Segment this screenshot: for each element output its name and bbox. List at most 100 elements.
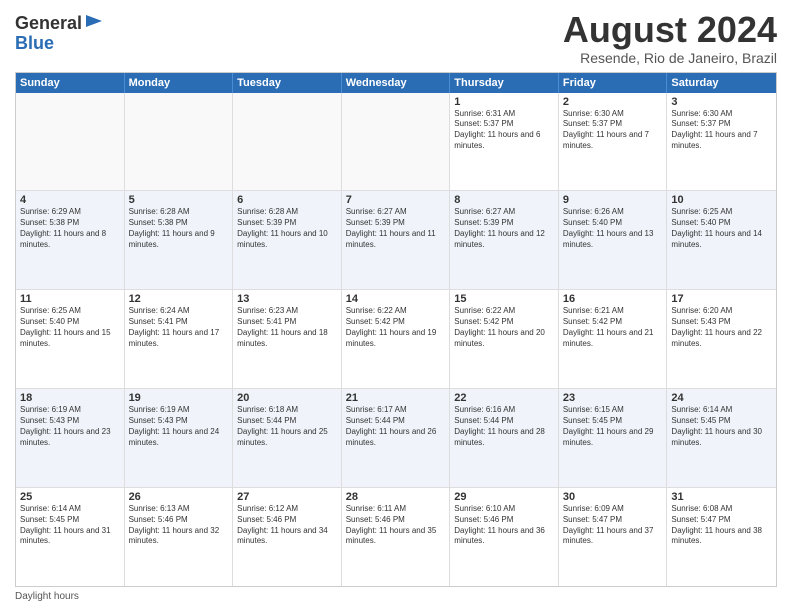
calendar-cell: 5Sunrise: 6:28 AM Sunset: 5:38 PM Daylig… xyxy=(125,191,234,289)
calendar-cell: 31Sunrise: 6:08 AM Sunset: 5:47 PM Dayli… xyxy=(667,488,776,586)
day-info: Sunrise: 6:28 AM Sunset: 5:39 PM Dayligh… xyxy=(237,207,337,250)
day-number: 16 xyxy=(563,293,663,305)
calendar-week-3: 18Sunrise: 6:19 AM Sunset: 5:43 PM Dayli… xyxy=(16,389,776,488)
calendar-week-0: 1Sunrise: 6:31 AM Sunset: 5:37 PM Daylig… xyxy=(16,93,776,192)
header-cell-monday: Monday xyxy=(125,73,234,93)
day-number: 8 xyxy=(454,194,554,206)
day-info: Sunrise: 6:19 AM Sunset: 5:43 PM Dayligh… xyxy=(20,405,120,448)
day-info: Sunrise: 6:15 AM Sunset: 5:45 PM Dayligh… xyxy=(563,405,663,448)
day-number: 6 xyxy=(237,194,337,206)
day-number: 2 xyxy=(563,96,663,108)
calendar-cell: 25Sunrise: 6:14 AM Sunset: 5:45 PM Dayli… xyxy=(16,488,125,586)
day-number: 25 xyxy=(20,491,120,503)
day-info: Sunrise: 6:26 AM Sunset: 5:40 PM Dayligh… xyxy=(563,207,663,250)
day-info: Sunrise: 6:20 AM Sunset: 5:43 PM Dayligh… xyxy=(671,306,772,349)
day-number: 7 xyxy=(346,194,446,206)
day-number: 11 xyxy=(20,293,120,305)
day-number: 15 xyxy=(454,293,554,305)
day-info: Sunrise: 6:25 AM Sunset: 5:40 PM Dayligh… xyxy=(20,306,120,349)
calendar-cell: 13Sunrise: 6:23 AM Sunset: 5:41 PM Dayli… xyxy=(233,290,342,388)
day-info: Sunrise: 6:22 AM Sunset: 5:42 PM Dayligh… xyxy=(454,306,554,349)
footer-note: Daylight hours xyxy=(15,591,777,602)
calendar-cell: 29Sunrise: 6:10 AM Sunset: 5:46 PM Dayli… xyxy=(450,488,559,586)
day-number: 22 xyxy=(454,392,554,404)
day-info: Sunrise: 6:25 AM Sunset: 5:40 PM Dayligh… xyxy=(671,207,772,250)
calendar-cell: 6Sunrise: 6:28 AM Sunset: 5:39 PM Daylig… xyxy=(233,191,342,289)
day-number: 1 xyxy=(454,96,554,108)
calendar-cell: 15Sunrise: 6:22 AM Sunset: 5:42 PM Dayli… xyxy=(450,290,559,388)
day-info: Sunrise: 6:18 AM Sunset: 5:44 PM Dayligh… xyxy=(237,405,337,448)
calendar-week-4: 25Sunrise: 6:14 AM Sunset: 5:45 PM Dayli… xyxy=(16,488,776,586)
calendar-cell: 14Sunrise: 6:22 AM Sunset: 5:42 PM Dayli… xyxy=(342,290,451,388)
day-number: 23 xyxy=(563,392,663,404)
day-number: 14 xyxy=(346,293,446,305)
day-number: 10 xyxy=(671,194,772,206)
logo-general-text: General xyxy=(15,14,82,34)
logo: General Blue xyxy=(15,14,104,54)
calendar-cell: 17Sunrise: 6:20 AM Sunset: 5:43 PM Dayli… xyxy=(667,290,776,388)
header-cell-thursday: Thursday xyxy=(450,73,559,93)
day-number: 13 xyxy=(237,293,337,305)
day-info: Sunrise: 6:11 AM Sunset: 5:46 PM Dayligh… xyxy=(346,504,446,547)
day-info: Sunrise: 6:08 AM Sunset: 5:47 PM Dayligh… xyxy=(671,504,772,547)
day-number: 4 xyxy=(20,194,120,206)
calendar-cell: 2Sunrise: 6:30 AM Sunset: 5:37 PM Daylig… xyxy=(559,93,668,191)
calendar-cell: 18Sunrise: 6:19 AM Sunset: 5:43 PM Dayli… xyxy=(16,389,125,487)
day-info: Sunrise: 6:19 AM Sunset: 5:43 PM Dayligh… xyxy=(129,405,229,448)
calendar-cell: 21Sunrise: 6:17 AM Sunset: 5:44 PM Dayli… xyxy=(342,389,451,487)
day-number: 31 xyxy=(671,491,772,503)
calendar-cell: 9Sunrise: 6:26 AM Sunset: 5:40 PM Daylig… xyxy=(559,191,668,289)
calendar-cell xyxy=(16,93,125,191)
day-info: Sunrise: 6:21 AM Sunset: 5:42 PM Dayligh… xyxy=(563,306,663,349)
calendar-cell: 20Sunrise: 6:18 AM Sunset: 5:44 PM Dayli… xyxy=(233,389,342,487)
day-info: Sunrise: 6:09 AM Sunset: 5:47 PM Dayligh… xyxy=(563,504,663,547)
calendar-header-row: SundayMondayTuesdayWednesdayThursdayFrid… xyxy=(16,73,776,93)
day-number: 17 xyxy=(671,293,772,305)
day-info: Sunrise: 6:31 AM Sunset: 5:37 PM Dayligh… xyxy=(454,109,554,152)
day-info: Sunrise: 6:27 AM Sunset: 5:39 PM Dayligh… xyxy=(454,207,554,250)
calendar-cell: 22Sunrise: 6:16 AM Sunset: 5:44 PM Dayli… xyxy=(450,389,559,487)
day-info: Sunrise: 6:10 AM Sunset: 5:46 PM Dayligh… xyxy=(454,504,554,547)
calendar-cell: 23Sunrise: 6:15 AM Sunset: 5:45 PM Dayli… xyxy=(559,389,668,487)
calendar-cell: 1Sunrise: 6:31 AM Sunset: 5:37 PM Daylig… xyxy=(450,93,559,191)
header-cell-friday: Friday xyxy=(559,73,668,93)
title-block: August 2024 Resende, Rio de Janeiro, Bra… xyxy=(563,10,777,66)
calendar-cell: 30Sunrise: 6:09 AM Sunset: 5:47 PM Dayli… xyxy=(559,488,668,586)
day-number: 19 xyxy=(129,392,229,404)
header-cell-sunday: Sunday xyxy=(16,73,125,93)
day-info: Sunrise: 6:14 AM Sunset: 5:45 PM Dayligh… xyxy=(20,504,120,547)
day-number: 29 xyxy=(454,491,554,503)
day-info: Sunrise: 6:13 AM Sunset: 5:46 PM Dayligh… xyxy=(129,504,229,547)
day-info: Sunrise: 6:14 AM Sunset: 5:45 PM Dayligh… xyxy=(671,405,772,448)
day-info: Sunrise: 6:16 AM Sunset: 5:44 PM Dayligh… xyxy=(454,405,554,448)
day-info: Sunrise: 6:17 AM Sunset: 5:44 PM Dayligh… xyxy=(346,405,446,448)
calendar-cell xyxy=(233,93,342,191)
calendar-cell: 7Sunrise: 6:27 AM Sunset: 5:39 PM Daylig… xyxy=(342,191,451,289)
calendar-cell: 3Sunrise: 6:30 AM Sunset: 5:37 PM Daylig… xyxy=(667,93,776,191)
day-number: 9 xyxy=(563,194,663,206)
logo-flag-icon xyxy=(84,13,104,33)
day-info: Sunrise: 6:30 AM Sunset: 5:37 PM Dayligh… xyxy=(671,109,772,152)
header-cell-tuesday: Tuesday xyxy=(233,73,342,93)
header: General Blue August 2024 Resende, Rio de… xyxy=(15,10,777,66)
day-info: Sunrise: 6:28 AM Sunset: 5:38 PM Dayligh… xyxy=(129,207,229,250)
calendar: SundayMondayTuesdayWednesdayThursdayFrid… xyxy=(15,72,777,587)
calendar-cell: 11Sunrise: 6:25 AM Sunset: 5:40 PM Dayli… xyxy=(16,290,125,388)
calendar-cell: 4Sunrise: 6:29 AM Sunset: 5:38 PM Daylig… xyxy=(16,191,125,289)
day-number: 12 xyxy=(129,293,229,305)
day-info: Sunrise: 6:12 AM Sunset: 5:46 PM Dayligh… xyxy=(237,504,337,547)
calendar-cell: 19Sunrise: 6:19 AM Sunset: 5:43 PM Dayli… xyxy=(125,389,234,487)
calendar-body: 1Sunrise: 6:31 AM Sunset: 5:37 PM Daylig… xyxy=(16,93,776,586)
calendar-cell xyxy=(342,93,451,191)
day-number: 26 xyxy=(129,491,229,503)
day-number: 18 xyxy=(20,392,120,404)
calendar-cell: 26Sunrise: 6:13 AM Sunset: 5:46 PM Dayli… xyxy=(125,488,234,586)
calendar-cell: 16Sunrise: 6:21 AM Sunset: 5:42 PM Dayli… xyxy=(559,290,668,388)
calendar-cell: 10Sunrise: 6:25 AM Sunset: 5:40 PM Dayli… xyxy=(667,191,776,289)
header-cell-saturday: Saturday xyxy=(667,73,776,93)
day-info: Sunrise: 6:30 AM Sunset: 5:37 PM Dayligh… xyxy=(563,109,663,152)
subtitle: Resende, Rio de Janeiro, Brazil xyxy=(563,50,777,66)
logo-blue-text: Blue xyxy=(15,34,104,54)
day-info: Sunrise: 6:24 AM Sunset: 5:41 PM Dayligh… xyxy=(129,306,229,349)
calendar-week-2: 11Sunrise: 6:25 AM Sunset: 5:40 PM Dayli… xyxy=(16,290,776,389)
